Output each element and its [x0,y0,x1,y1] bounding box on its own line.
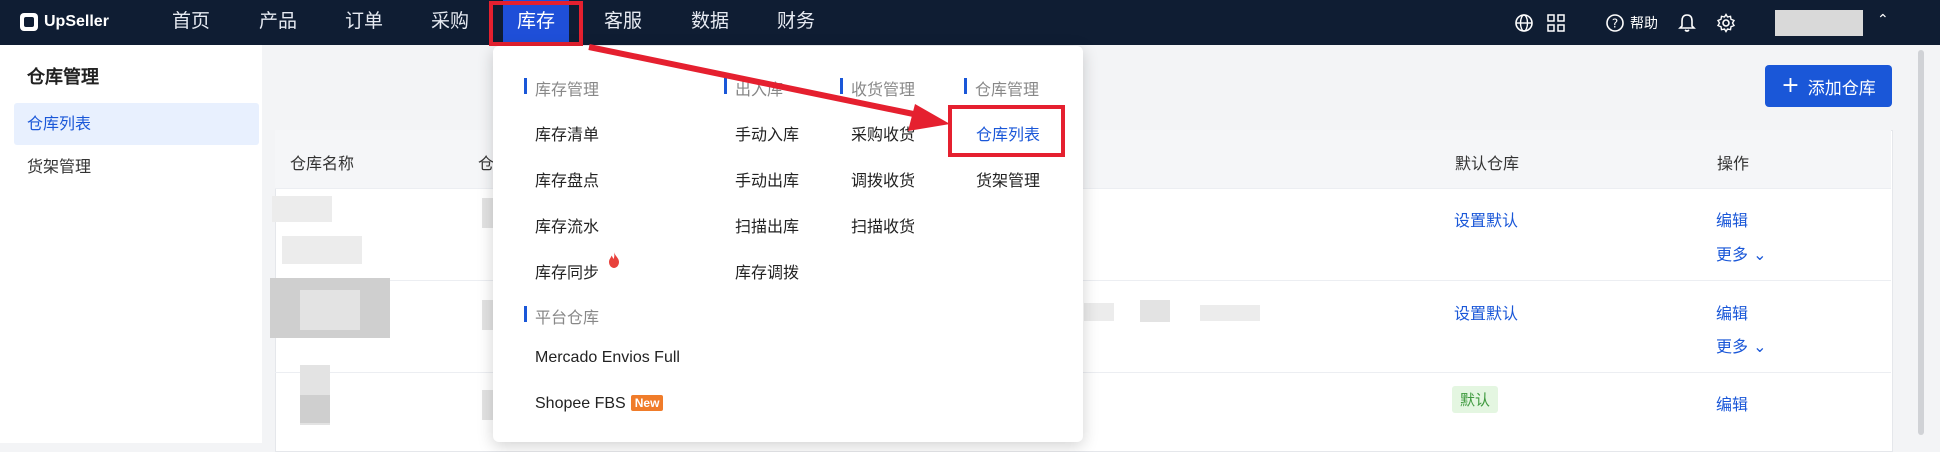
blurred-cell [1140,300,1170,322]
avatar[interactable] [1775,10,1863,36]
sidebar-item-shelf-management[interactable]: 货架管理 [14,146,259,188]
help-button[interactable]: ? 帮助 [1605,0,1658,45]
menu-item-shelf-management[interactable]: 货架管理 [976,167,1040,191]
blurred-cell [1200,305,1260,321]
menu-item-mercado-envios-full[interactable]: Mercado Envios Full [535,349,680,367]
menu-item-inventory-list[interactable]: 库存清单 [535,121,599,145]
edit-link[interactable]: 编辑 [1716,300,1748,324]
blurred-cell [300,395,330,423]
column-header-warehouse-name: 仓库名称 [290,154,355,173]
nav-item-products[interactable]: 产品 [259,0,297,45]
menu-item-stock-count[interactable]: 库存盘点 [535,167,599,191]
column-header-partial: 仓 [478,154,495,173]
menu-item-transfer-receiving[interactable]: 调拨收货 [851,167,915,191]
sidebar-item-warehouse-list[interactable]: 仓库列表 [14,103,259,145]
default-status-badge: 默认 [1452,386,1499,413]
edit-link[interactable]: 编辑 [1716,207,1748,231]
apps-button[interactable] [1547,0,1565,45]
nav-item-orders[interactable]: 订单 [345,0,383,45]
menu-item-stock-flow[interactable]: 库存流水 [535,213,599,237]
add-warehouse-button[interactable]: + 添加仓库 [1765,65,1892,107]
more-label: 更多 [1716,245,1749,264]
new-badge: New [630,395,664,411]
blurred-cell [1084,303,1114,321]
chevron-down-icon: ⌄ [1748,245,1767,264]
notifications-button[interactable] [1678,0,1696,45]
menu-item-purchase-receiving[interactable]: 采购收货 [851,121,915,145]
globe-icon [1515,13,1533,32]
bell-icon [1678,13,1696,32]
more-menu[interactable]: 更多 ⌄ [1716,241,1767,265]
nav-item-customer-service[interactable]: 客服 [604,0,642,45]
group-title-platform-warehouse: 平台仓库 [524,304,599,328]
blurred-cell [272,196,332,222]
apps-icon [1547,13,1565,32]
group-title-inventory-management: 库存管理 [524,76,599,100]
settings-button[interactable] [1716,0,1736,45]
gear-icon [1716,12,1736,33]
chevron-down-icon: ⌄ [1748,337,1767,356]
logo-mark-icon [20,13,38,31]
edit-link[interactable]: 编辑 [1716,391,1748,415]
set-default-link[interactable]: 设置默认 [1454,207,1518,231]
group-title-warehouse-management: 仓库管理 [964,76,1039,100]
account-caret-icon[interactable]: ⌃ [1877,12,1889,28]
group-title-receiving-management: 收货管理 [840,76,915,100]
shopee-fbs-label: Shopee FBS [535,395,626,412]
menu-item-stock-transfer[interactable]: 库存调拨 [735,259,799,283]
group-title-in-out-stock: 出入库 [724,76,783,100]
nav-highlight-box [489,1,583,46]
menu-item-stock-sync[interactable]: 库存同步 [535,259,599,283]
nav-item-finance[interactable]: 财务 [777,0,815,45]
add-warehouse-label: 添加仓库 [1807,78,1876,99]
svg-text:?: ? [1612,16,1618,30]
set-default-link[interactable]: 设置默认 [1454,300,1518,324]
scrollbar-thumb[interactable] [1918,50,1924,435]
column-header-default-warehouse: 默认仓库 [1455,154,1520,173]
upseller-logo[interactable]: UpSeller [20,10,109,34]
logo-text: UpSeller [44,13,109,30]
nav-item-purchase[interactable]: 采购 [431,0,469,45]
help-label: 帮助 [1630,15,1658,32]
sidebar-title: 仓库管理 [27,67,99,88]
menu-item-manual-outbound[interactable]: 手动出库 [735,167,799,191]
menu-item-manual-inbound[interactable]: 手动入库 [735,121,799,145]
more-label: 更多 [1716,337,1749,356]
menu-item-shopee-fbs[interactable]: Shopee FBS New [535,395,664,413]
nav-item-data[interactable]: 数据 [691,0,729,45]
menu-highlight-box [948,105,1065,157]
nav-item-home[interactable]: 首页 [172,0,210,45]
language-button[interactable] [1514,0,1534,45]
blurred-cell [300,290,360,330]
help-icon: ? [1606,13,1624,32]
hot-flame-icon [609,252,619,268]
menu-item-scan-outbound[interactable]: 扫描出库 [735,213,799,237]
more-menu[interactable]: 更多 ⌄ [1716,333,1767,357]
column-header-actions: 操作 [1717,154,1750,173]
menu-item-scan-receiving[interactable]: 扫描收货 [851,213,915,237]
plus-icon: + [1781,73,1800,98]
blurred-cell [282,236,362,264]
